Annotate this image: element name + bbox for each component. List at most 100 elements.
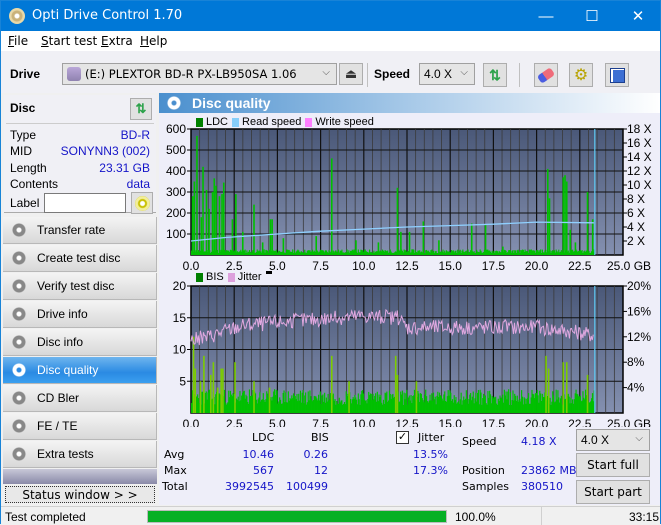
data-spike: [271, 219, 273, 255]
panel-header: Disc quality: [159, 93, 660, 113]
disc-type-value: BD-R: [120, 128, 150, 142]
nav-label: Extra tests: [37, 447, 94, 461]
erase-button[interactable]: [534, 63, 558, 87]
nav-cd-bler[interactable]: CD Bler: [3, 385, 157, 412]
data-spike: [203, 355, 205, 413]
speed-value: 4.0 X: [424, 67, 453, 81]
nav-filler: [3, 469, 157, 484]
data-spike: [591, 219, 594, 255]
progress-text: 100.0%: [455, 510, 496, 524]
data-spike: [234, 362, 236, 413]
y-tick-label: 400: [166, 164, 186, 178]
nav-create-test-disc[interactable]: Create test disc: [3, 245, 157, 272]
test-speed-select[interactable]: 4.0 X ⌵: [576, 429, 650, 451]
nav-label: Drive info: [37, 307, 88, 321]
disc-length-value: 23.31 GB: [99, 161, 150, 175]
nav-extra-tests[interactable]: Extra tests: [3, 441, 157, 468]
menu-file-rest: ile: [14, 34, 29, 48]
window-title: Opti Drive Control 1.70: [32, 8, 183, 23]
data-spike: [218, 196, 221, 255]
y-tick-label: 5: [179, 374, 186, 388]
data-spike: [205, 189, 208, 255]
cd-bler-icon: [12, 391, 26, 405]
nav-label: CD Bler: [37, 391, 80, 405]
stats-total-bis: 100499: [286, 480, 328, 493]
progress-fill: [148, 511, 446, 522]
disc-type-label: Type: [10, 128, 37, 142]
menu-extra-rest: xtra: [108, 34, 133, 48]
refresh-button[interactable]: ⇅: [483, 63, 507, 87]
status-text: Test completed: [5, 510, 86, 524]
bis-chart: 5 10 15 20 4% 8% 12% 16% 20% 0.0 2.5 5.0 7.5 10.0 12.5…: [173, 279, 652, 427]
y-tick-label: 300: [166, 185, 186, 199]
divider: [541, 507, 542, 525]
x-tick-label: 22.5: [568, 417, 592, 427]
drive-label: Drive: [10, 67, 41, 81]
data-spike: [268, 387, 271, 413]
y2-tick-label: 14 X: [627, 150, 652, 164]
data-spike: [547, 368, 550, 413]
disc-label-button[interactable]: [131, 192, 153, 214]
nav-disc-info[interactable]: Disc info: [3, 329, 157, 356]
fe-te-icon: [12, 419, 26, 433]
disc-length-label: Length: [10, 161, 47, 175]
jitter-checkbox[interactable]: ✓: [396, 431, 409, 444]
data-spike: [194, 368, 197, 413]
toolbar: Drive (E:) PLEXTOR BD-R PX-LB950SA 1.06 …: [1, 51, 660, 93]
eject-button[interactable]: ⏏: [339, 63, 363, 85]
nav-verify-test-disc[interactable]: Verify test disc: [3, 273, 157, 300]
chevron-down-icon: ⌵: [322, 67, 330, 78]
drive-info-icon: [12, 307, 26, 321]
data-spike: [216, 387, 219, 413]
disc-quality-panel: Disc quality LDC Read speed Write speed …: [159, 93, 660, 505]
y2-tick-label: 4 X: [627, 220, 645, 234]
title-bar: Opti Drive Control 1.70 — ☐ ✕: [1, 1, 660, 31]
stats-total-ldc: 3992545: [225, 480, 274, 493]
data-spike: [400, 231, 402, 255]
maximize-button[interactable]: ☐: [569, 1, 615, 31]
stats-max-jitter: 17.3%: [413, 464, 448, 477]
disc-info-icon: [12, 335, 26, 349]
disc-label-input[interactable]: [44, 193, 126, 213]
stats-col-bis: BIS: [311, 431, 329, 444]
nav-fe-te[interactable]: FE / TE: [3, 413, 157, 440]
nav-label: Disc quality: [37, 363, 99, 377]
menu-help[interactable]: Help: [140, 34, 167, 48]
nav-transfer-rate[interactable]: Transfer rate: [3, 217, 157, 244]
data-spike: [415, 381, 418, 413]
menu-bar: File Start test Extra Help: [1, 31, 660, 51]
minimize-button[interactable]: —: [523, 1, 569, 31]
speed-select[interactable]: 4.0 X ⌵: [419, 63, 475, 85]
nav-drive-info[interactable]: Drive info: [3, 301, 157, 328]
menu-file[interactable]: File: [8, 34, 28, 48]
start-part-button[interactable]: Start part: [576, 480, 650, 504]
y-tick-label: 600: [166, 123, 186, 136]
settings-button[interactable]: ⚙: [569, 63, 593, 87]
disc-refresh-button[interactable]: ⇅: [130, 98, 152, 120]
close-button[interactable]: ✕: [615, 1, 661, 31]
position-value: 23862 MB: [521, 464, 577, 477]
menu-start-test[interactable]: Start test: [41, 34, 97, 48]
menu-extra-accel: E: [101, 34, 109, 48]
stats-max-bis: 12: [314, 464, 328, 477]
app-window: Opti Drive Control 1.70 — ☐ ✕ File Start…: [0, 0, 661, 525]
y2-tick-label: 20%: [627, 279, 651, 293]
drive-select[interactable]: (E:) PLEXTOR BD-R PX-LB950SA 1.06 ⌵: [62, 63, 337, 85]
ldc-chart: 100 200 300 400 500 600 2 X4 X6 X8 X10 X12 X14…: [166, 123, 652, 273]
data-spike: [220, 368, 222, 413]
menu-extra[interactable]: Extra: [101, 34, 133, 48]
data-spike: [241, 231, 244, 255]
nav-label: Transfer rate: [37, 223, 106, 237]
divider: [6, 123, 154, 124]
data-spike: [396, 187, 399, 255]
data-spike: [569, 229, 572, 255]
start-full-button[interactable]: Start full: [576, 453, 650, 477]
data-spike: [564, 175, 566, 255]
disc-header: Disc: [10, 101, 36, 115]
nav-disc-quality[interactable]: Disc quality: [3, 357, 157, 384]
x-tick-label: 2.5: [226, 417, 243, 427]
save-button[interactable]: [605, 63, 629, 87]
disc-contents-value: data: [126, 177, 150, 191]
status-window-button[interactable]: Status window > >: [5, 486, 155, 503]
data-spike: [545, 355, 547, 413]
